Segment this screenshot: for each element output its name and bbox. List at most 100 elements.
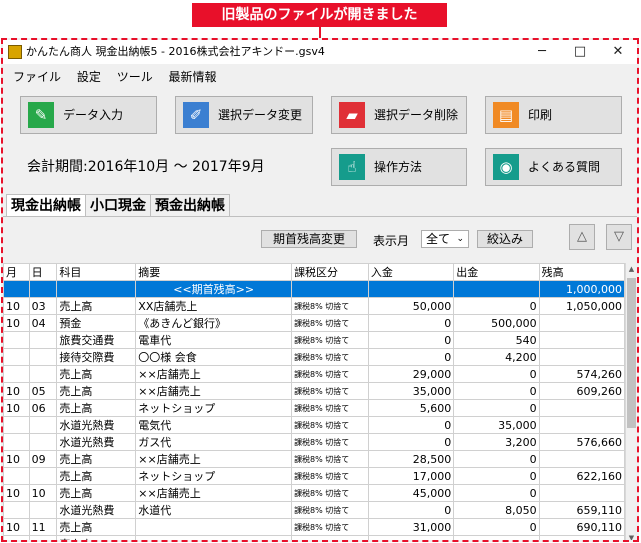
cell-description[interactable]: ネットショップ bbox=[135, 467, 293, 485]
table-row[interactable]: 売上高 ××店舗売上 課税8% 切捨て 29,000 0 574,260 bbox=[3, 365, 626, 383]
cell-day[interactable]: 10 bbox=[28, 484, 58, 502]
cell-day[interactable] bbox=[28, 433, 58, 451]
cell-tax-category[interactable]: 課税8% 切捨て bbox=[291, 484, 369, 502]
cell-deposit[interactable]: 35,000 bbox=[367, 382, 455, 400]
menu-file[interactable]: ファイル bbox=[13, 66, 61, 88]
cell-withdrawal[interactable]: 4,200 bbox=[453, 348, 540, 366]
cell-balance[interactable]: 659,110 bbox=[538, 501, 626, 519]
cell-deposit[interactable]: 31,000 bbox=[367, 518, 455, 536]
table-row[interactable]: 旅費交通費 電車代 課税8% 切捨て 0 540 bbox=[3, 331, 626, 349]
cell-withdrawal[interactable]: 0 bbox=[453, 365, 540, 383]
menu-news[interactable]: 最新情報 bbox=[169, 66, 217, 88]
cell-month[interactable] bbox=[3, 416, 30, 434]
cell-account[interactable]: 預金 bbox=[56, 314, 137, 332]
cell-day[interactable]: 11 bbox=[28, 518, 58, 536]
cell-tax-category[interactable]: 課税8% 切捨て bbox=[291, 518, 369, 536]
cell-withdrawal[interactable] bbox=[453, 280, 540, 298]
cell-account[interactable]: 売上高 bbox=[56, 297, 137, 315]
cell-tax-category[interactable]: 課税8% 切捨て bbox=[291, 416, 369, 434]
header-tax-category[interactable]: 課税区分 bbox=[291, 263, 369, 281]
data-entry-button[interactable]: ✎ データ入力 bbox=[20, 96, 157, 134]
cell-account[interactable]: 売上高 bbox=[56, 450, 137, 468]
vertical-scrollbar[interactable]: ▲ ▼ bbox=[625, 263, 637, 540]
cell-withdrawal[interactable]: 0 bbox=[453, 399, 540, 417]
opening-balance-button[interactable]: 期首残高変更 bbox=[261, 230, 357, 248]
cell-description[interactable]: 〇〇様 会食 bbox=[135, 348, 293, 366]
cell-month[interactable]: 10 bbox=[3, 399, 30, 417]
cell-day[interactable] bbox=[28, 280, 58, 298]
print-button[interactable]: ▤ 印刷 bbox=[485, 96, 622, 134]
faq-button[interactable]: ◉ よくある質問 bbox=[485, 148, 622, 186]
cell-account[interactable]: 売上高 bbox=[56, 484, 137, 502]
cell-tax-category[interactable] bbox=[291, 280, 369, 298]
cell-description[interactable] bbox=[135, 535, 293, 540]
cell-withdrawal[interactable]: 0 bbox=[453, 297, 540, 315]
cell-account[interactable]: 売上高 bbox=[56, 535, 137, 540]
cell-description[interactable]: ××店舗売上 bbox=[135, 365, 293, 383]
cell-deposit[interactable]: 45,000 bbox=[367, 484, 455, 502]
cell-deposit[interactable]: 0 bbox=[367, 331, 455, 349]
cell-tax-category[interactable]: 課税8% 切捨て bbox=[291, 467, 369, 485]
cell-account[interactable]: 水道光熱費 bbox=[56, 433, 137, 451]
table-row[interactable]: 10 03 売上高 XX店舗売上 課税8% 切捨て 50,000 0 1,050,000 bbox=[3, 297, 626, 315]
cell-description[interactable]: ガス代 bbox=[135, 433, 293, 451]
cell-withdrawal[interactable]: 0 bbox=[453, 535, 540, 540]
cell-day[interactable]: 05 bbox=[28, 382, 58, 400]
cell-deposit[interactable]: 28,500 bbox=[367, 450, 455, 468]
cell-balance[interactable] bbox=[538, 399, 626, 417]
table-row[interactable]: 10 09 売上高 ××店舗売上 課税8% 切捨て 28,500 0 bbox=[3, 450, 626, 468]
table-row[interactable]: 水道光熱費 水道代 課税8% 切捨て 0 8,050 659,110 bbox=[3, 501, 626, 519]
cell-deposit[interactable]: 0 bbox=[367, 501, 455, 519]
cell-balance[interactable]: 690,110 bbox=[538, 518, 626, 536]
table-row[interactable]: 10 04 預金 《あきんど銀行》 課税8% 切捨て 0 500,000 bbox=[3, 314, 626, 332]
cell-withdrawal[interactable]: 0 bbox=[453, 518, 540, 536]
cell-tax-category[interactable]: 課税8% 切捨て bbox=[291, 297, 369, 315]
cell-month[interactable] bbox=[3, 331, 30, 349]
cell-description[interactable] bbox=[135, 518, 293, 536]
cell-day[interactable] bbox=[28, 416, 58, 434]
display-month-select[interactable]: 全て ⌄ bbox=[421, 230, 469, 248]
edit-selected-button[interactable]: ✐ 選択データ変更 bbox=[175, 96, 313, 134]
delete-selected-button[interactable]: ▰ 選択データ削除 bbox=[331, 96, 467, 134]
cell-tax-category[interactable]: 課税8% 切捨て bbox=[291, 382, 369, 400]
cell-balance[interactable]: 609,260 bbox=[538, 382, 626, 400]
cell-account[interactable]: 接待交際費 bbox=[56, 348, 137, 366]
scroll-down-icon[interactable]: ▼ bbox=[626, 532, 637, 540]
cell-tax-category[interactable]: 課税8% 切捨て bbox=[291, 314, 369, 332]
cell-description[interactable]: 《あきんど銀行》 bbox=[135, 314, 293, 332]
header-day[interactable]: 日 bbox=[28, 263, 58, 281]
cell-month[interactable] bbox=[3, 501, 30, 519]
cell-month[interactable]: 10 bbox=[3, 535, 30, 540]
cell-deposit[interactable]: 50,000 bbox=[367, 297, 455, 315]
cell-tax-category[interactable]: 課税8% 切捨て bbox=[291, 433, 369, 451]
cell-day[interactable]: 04 bbox=[28, 314, 58, 332]
cell-balance[interactable] bbox=[538, 416, 626, 434]
cell-day[interactable] bbox=[28, 501, 58, 519]
header-withdrawal[interactable]: 出金 bbox=[453, 263, 540, 281]
cell-deposit[interactable]: 29,000 bbox=[367, 365, 455, 383]
cell-deposit[interactable]: 0 bbox=[367, 433, 455, 451]
cell-account[interactable]: 売上高 bbox=[56, 399, 137, 417]
cell-balance[interactable] bbox=[538, 348, 626, 366]
cell-tax-category[interactable]: 課税8% 切捨て bbox=[291, 399, 369, 417]
cell-day[interactable] bbox=[28, 331, 58, 349]
cell-month[interactable] bbox=[3, 280, 30, 298]
cell-month[interactable]: 10 bbox=[3, 314, 30, 332]
table-row[interactable]: 10 05 売上高 ××店舗売上 課税8% 切捨て 35,000 0 609,260 bbox=[3, 382, 626, 400]
cell-deposit[interactable]: 24,000 bbox=[367, 535, 455, 540]
cell-description[interactable]: 電車代 bbox=[135, 331, 293, 349]
cell-balance[interactable]: 574,260 bbox=[538, 365, 626, 383]
header-account[interactable]: 科目 bbox=[56, 263, 137, 281]
cell-tax-category[interactable]: 課税8% 切捨て bbox=[291, 450, 369, 468]
cell-tax-category[interactable]: 課税8% 切捨て bbox=[291, 365, 369, 383]
cell-withdrawal[interactable]: 8,050 bbox=[453, 501, 540, 519]
cell-balance[interactable]: 1,000,000 bbox=[538, 280, 626, 298]
cell-month[interactable] bbox=[3, 467, 30, 485]
scroll-up-icon[interactable]: ▲ bbox=[626, 263, 637, 275]
cell-month[interactable]: 10 bbox=[3, 382, 30, 400]
cell-tax-category[interactable]: 課税8% 切捨て bbox=[291, 501, 369, 519]
cell-month[interactable]: 10 bbox=[3, 484, 30, 502]
table-row[interactable]: 10 11 売上高 課税8% 切捨て 31,000 0 690,110 bbox=[3, 518, 626, 536]
cell-account[interactable] bbox=[56, 280, 137, 298]
table-row[interactable]: 接待交際費 〇〇様 会食 課税8% 切捨て 0 4,200 bbox=[3, 348, 626, 366]
